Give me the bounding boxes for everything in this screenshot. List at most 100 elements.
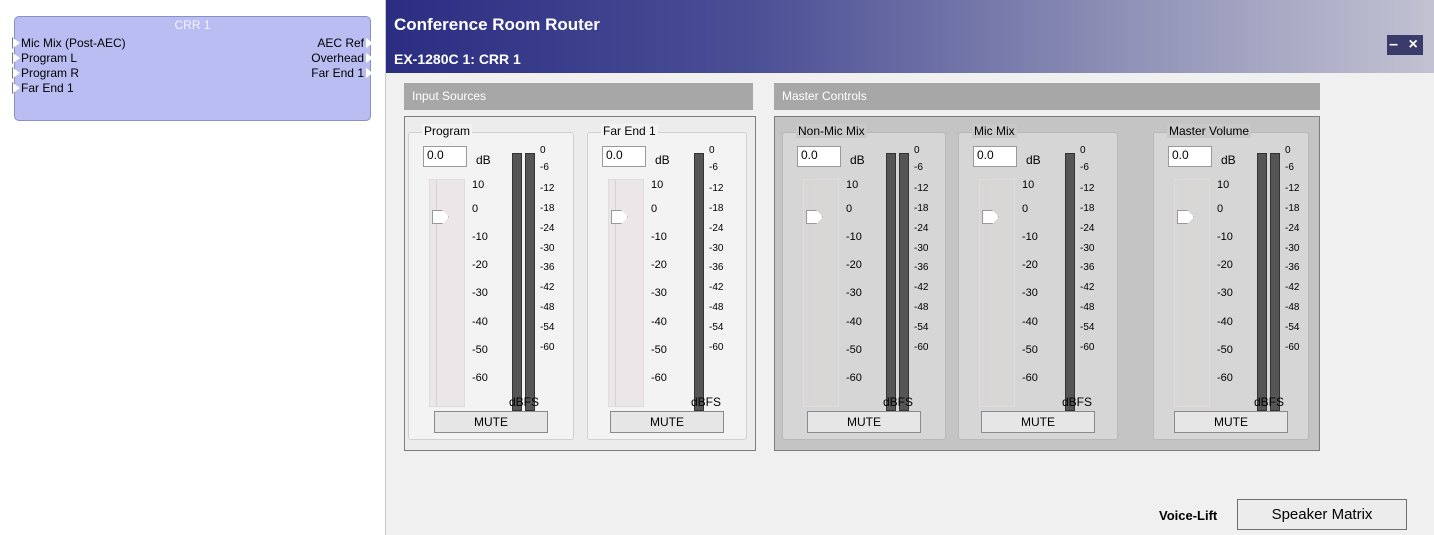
fader-tick: -40: [846, 316, 862, 328]
gain-fader[interactable]: [803, 179, 839, 407]
gain-input[interactable]: 0.0: [602, 146, 646, 167]
mute-button[interactable]: MUTE: [610, 411, 724, 433]
dbfs-label: dBFS: [1062, 395, 1093, 409]
fader-tick: 0: [1217, 203, 1224, 215]
meter-tick: 0: [540, 145, 546, 156]
fader-thumb[interactable]: [611, 210, 628, 224]
mute-button[interactable]: MUTE: [434, 411, 548, 433]
mute-button[interactable]: MUTE: [1174, 411, 1288, 433]
meter-tick: -48: [540, 302, 555, 313]
voice-lift-label: Voice-Lift: [1159, 508, 1218, 523]
meter-tick: -48: [709, 302, 724, 313]
dbfs-label: dBFS: [883, 395, 914, 409]
fader-tick: -40: [1217, 316, 1233, 328]
minimize-close-icon[interactable]: – ×: [1387, 35, 1423, 55]
fader-tick: 10: [651, 179, 664, 191]
channel-panel: Non-Mic Mix 0.0 dB 10 0 -10 -20 -30 -40 -50 -60 0 -6…: [782, 124, 946, 440]
fader-thumb[interactable]: [806, 210, 823, 224]
mute-button[interactable]: MUTE: [981, 411, 1095, 433]
fader-thumb[interactable]: [982, 210, 999, 224]
input-pin-far-end[interactable]: Far End 1: [12, 81, 74, 95]
meter-tick: -60: [914, 342, 929, 353]
meter-tick: -54: [709, 322, 724, 333]
db-unit-label: dB: [655, 153, 670, 167]
meter-tick: -30: [914, 243, 929, 254]
meter-scale: 0 -6 -12 -18 -24 -30 -36 -42 -48 -54 -60: [709, 145, 737, 415]
meter-tick: -36: [1080, 262, 1095, 273]
level-meter: [1270, 153, 1280, 411]
meter-tick: -6: [540, 162, 549, 173]
meter-tick: -36: [914, 262, 929, 273]
mute-button[interactable]: MUTE: [807, 411, 921, 433]
meter-tick: -24: [1080, 223, 1095, 234]
output-pin-overhead[interactable]: Overhead: [311, 51, 373, 65]
fader-tick: -50: [1217, 344, 1233, 356]
output-pin-aec-ref[interactable]: AEC Ref: [317, 36, 373, 50]
meter-scale: 0 -6 -12 -18 -24 -30 -36 -42 -48 -54 -60: [540, 145, 568, 415]
meter-tick: -18: [1285, 203, 1300, 214]
meter-tick: -60: [540, 342, 555, 353]
channel-label: Program: [422, 124, 473, 138]
meter-tick: -54: [540, 322, 555, 333]
window-subtitle: EX-1280C 1: CRR 1: [394, 51, 521, 67]
fader-tick: -60: [1022, 372, 1038, 384]
gain-input[interactable]: 0.0: [1168, 146, 1212, 167]
gain-fader[interactable]: [979, 179, 1015, 407]
meter-scale: 0 -6 -12 -18 -24 -30 -36 -42 -48 -54 -60: [1285, 145, 1313, 415]
db-unit-label: dB: [1026, 153, 1041, 167]
fader-tick: 0: [472, 203, 479, 215]
input-pin-program-r[interactable]: Program R: [12, 66, 79, 80]
meter-tick: -42: [540, 282, 555, 293]
meter-tick: -48: [1080, 302, 1095, 313]
gain-fader[interactable]: [1174, 179, 1210, 407]
fader-tick: 10: [1217, 179, 1230, 191]
fader-tick: -20: [1217, 259, 1233, 271]
fader-tick: -50: [846, 344, 862, 356]
gain-input[interactable]: 0.0: [797, 146, 841, 167]
window-title: Conference Room Router: [394, 15, 600, 34]
gain-fader[interactable]: [429, 179, 465, 407]
input-sources-header: Input Sources: [404, 83, 753, 110]
output-pin-far-end[interactable]: Far End 1: [311, 66, 373, 80]
gain-fader[interactable]: [608, 179, 644, 407]
crr-block[interactable]: CRR 1 Mic Mix (Post-AEC) Program L Progr…: [12, 16, 373, 121]
meter-tick: -18: [540, 203, 555, 214]
meter-tick: -54: [1285, 322, 1300, 333]
fader-tick: -10: [651, 231, 667, 243]
channel-panel: Master Volume 0.0 dB 10 0 -10 -20 -30 -40 -50 -60 0…: [1153, 124, 1309, 440]
meter-tick: -12: [709, 183, 724, 194]
fader-tick: -30: [472, 287, 488, 299]
meter-tick: -60: [709, 342, 724, 353]
fader-tick: -10: [1217, 231, 1233, 243]
fader-tick: -50: [651, 344, 667, 356]
meter-tick: -42: [1285, 282, 1300, 293]
input-pin-program-l[interactable]: Program L: [12, 51, 77, 65]
fader-tick: -60: [1217, 372, 1233, 384]
meter-tick: -12: [540, 183, 555, 194]
fader-scale: 10 0 -10 -20 -30 -40 -50 -60: [651, 179, 681, 415]
meter-tick: 0: [1080, 145, 1086, 156]
fader-tick: -50: [1022, 344, 1038, 356]
meter-tick: -54: [914, 322, 929, 333]
fader-tick: -40: [1022, 316, 1038, 328]
level-meter: [1065, 153, 1075, 411]
speaker-matrix-button[interactable]: Speaker Matrix: [1237, 499, 1407, 530]
title-bar[interactable]: Conference Room Router EX-1280C 1: CRR 1…: [386, 0, 1434, 73]
fader-thumb[interactable]: [1177, 210, 1194, 224]
meter-tick: 0: [914, 145, 920, 156]
input-pin-mic-mix[interactable]: Mic Mix (Post-AEC): [12, 36, 126, 50]
channel-panel: Mic Mix 0.0 dB 10 0 -10 -20 -30 -40 -50 -60 0 -6 -12 -…: [958, 124, 1118, 440]
fader-tick: -20: [1022, 259, 1038, 271]
meter-tick: -30: [1080, 243, 1095, 254]
meter-tick: -24: [914, 223, 929, 234]
channel-panel: Program 0.0 dB 10 0 -10 -20 -30 -40 -50 -60 0 -6 -12 -…: [408, 124, 574, 440]
db-unit-label: dB: [476, 153, 491, 167]
meter-tick: -18: [709, 203, 724, 214]
meter-tick: 0: [1285, 145, 1291, 156]
gain-input[interactable]: 0.0: [423, 146, 467, 167]
level-meter: [899, 153, 909, 411]
fader-thumb[interactable]: [432, 210, 449, 224]
channel-label: Mic Mix: [972, 124, 1017, 138]
gain-input[interactable]: 0.0: [973, 146, 1017, 167]
level-meter: [1257, 153, 1267, 411]
